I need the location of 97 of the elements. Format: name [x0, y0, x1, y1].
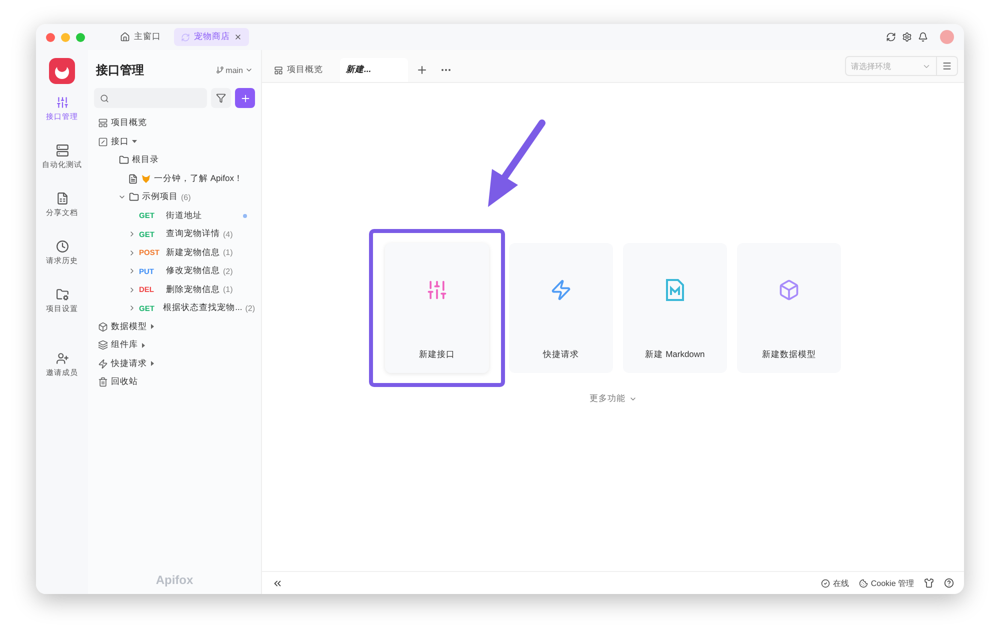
home-icon [120, 32, 130, 42]
add-user-icon [56, 352, 68, 365]
settings-icon[interactable] [902, 32, 912, 42]
folder-gear-icon [56, 288, 68, 301]
chevron-down-icon [245, 66, 253, 74]
trash-icon [98, 377, 108, 388]
menu-icon [942, 61, 952, 71]
folder-label: 示例项目 [142, 191, 178, 204]
card-label: 新建接口 [418, 348, 456, 361]
tree-item-label: 数据模型 [111, 320, 147, 333]
tree-item[interactable]: 数据模型 [94, 318, 255, 336]
folder-icon [129, 192, 139, 202]
app-logo [49, 58, 75, 84]
action-card[interactable]: 新建 Markdown [623, 243, 727, 373]
online-status[interactable]: 在线 [820, 578, 849, 588]
server-icon [56, 144, 68, 157]
brand-logo: Apifox [154, 572, 194, 589]
chevron-right-icon[interactable] [128, 304, 136, 312]
caret-right-icon[interactable] [150, 361, 155, 366]
cookie-icon [858, 578, 868, 588]
plus-icon [240, 92, 250, 104]
close-light[interactable] [46, 32, 55, 42]
tab[interactable]: 新建... [340, 58, 408, 82]
caret-right-icon[interactable] [150, 324, 155, 330]
doc-item[interactable]: 一分钟，了解 Apifox！ [94, 170, 255, 188]
layout-icon [98, 118, 108, 128]
caret-down-icon[interactable] [132, 139, 137, 144]
search-field[interactable] [94, 88, 207, 108]
action-card[interactable]: 新建接口 [385, 243, 489, 373]
tree-item[interactable]: 快捷请求 [94, 354, 255, 373]
endpoint-label: 删除宠物信息 [166, 284, 220, 296]
cookie-button[interactable]: Cookie 管理 [858, 578, 914, 588]
tree-item[interactable]: 组件库 [94, 336, 255, 354]
item-count: (2) [245, 304, 255, 313]
filter-icon [216, 93, 226, 103]
window-tab[interactable]: 主窗口 [113, 28, 168, 46]
tree-item[interactable]: 项目概览 [94, 114, 255, 132]
branch-icon [216, 66, 224, 74]
action-card[interactable]: 快捷请求 [509, 243, 613, 373]
notification-icon[interactable] [918, 32, 928, 42]
action-card[interactable]: 新建数据模型 [737, 243, 841, 373]
menu-button[interactable] [937, 56, 958, 76]
doc-label: 一分钟，了解 Apifox！ [154, 172, 243, 185]
item-count: (1) [223, 285, 233, 294]
folder-icon [119, 155, 129, 166]
card-label: 快捷请求 [542, 348, 580, 361]
add-tab-icon[interactable] [416, 64, 428, 76]
close-icon[interactable] [234, 33, 242, 41]
endpoint-label: 街道地址 [166, 210, 202, 222]
item-count: (2) [223, 266, 233, 276]
folder-label: 根目录 [132, 154, 159, 166]
tree-item-label: 项目概览 [111, 117, 147, 130]
layers-icon [98, 340, 108, 350]
search-icon [100, 94, 109, 102]
card-label: 新建数据模型 [761, 348, 817, 361]
file-icon [128, 174, 138, 184]
more-features-link[interactable]: 更多功能 [590, 393, 636, 405]
endpoint-label: 新建宠物信息 [166, 246, 220, 259]
sliders-icon [56, 96, 68, 109]
check-circle-icon [820, 578, 830, 588]
card-label: 新建 Markdown [644, 348, 706, 361]
item-count: (6) [181, 192, 191, 202]
item-count: (4) [223, 230, 233, 239]
chevron-right-icon[interactable] [128, 286, 136, 294]
chevron-right-icon[interactable] [128, 267, 136, 276]
tree-item[interactable]: 回收站 [94, 373, 255, 392]
item-count: (1) [223, 248, 233, 258]
fox-icon [141, 174, 151, 184]
tree-item-label: 快捷请求 [111, 358, 147, 370]
layout-icon [274, 66, 283, 74]
sidebar-title: 接口管理 [96, 62, 144, 78]
chevron-right-icon[interactable] [128, 230, 136, 238]
add-button[interactable] [235, 88, 255, 108]
branch-selector[interactable]: main [216, 66, 253, 74]
collapse-icon[interactable] [272, 578, 283, 588]
tree-item-label: 回收站 [111, 376, 138, 388]
tab[interactable]: 项目概览 [268, 58, 336, 82]
tree-item-label: 组件库 [111, 339, 138, 352]
help-icon[interactable] [944, 578, 954, 588]
folder-item[interactable]: 示例项目 (6) [94, 188, 255, 206]
endpoint-label: 查询宠物详情 [166, 228, 220, 240]
tree-item[interactable]: 接口 [94, 132, 255, 151]
chevron-down-icon [628, 395, 636, 403]
caret-right-icon[interactable] [141, 342, 146, 348]
shirt-icon[interactable] [924, 578, 934, 588]
clock-icon [56, 240, 68, 253]
tree-item-label: 接口 [111, 136, 129, 148]
lightning-icon [98, 358, 108, 369]
endpoint-label: 修改宠物信息 [166, 265, 220, 278]
folder-item[interactable]: 根目录 [94, 151, 255, 170]
cube-icon [98, 322, 108, 332]
sync-icon[interactable] [886, 32, 896, 42]
document-icon [56, 192, 68, 205]
filter-button[interactable] [211, 88, 231, 108]
chevron-right-icon[interactable] [128, 248, 136, 257]
endpoint-label: 根据状态查找宠物... [163, 302, 242, 314]
window-tab[interactable]: 宠物商店 [174, 28, 249, 46]
